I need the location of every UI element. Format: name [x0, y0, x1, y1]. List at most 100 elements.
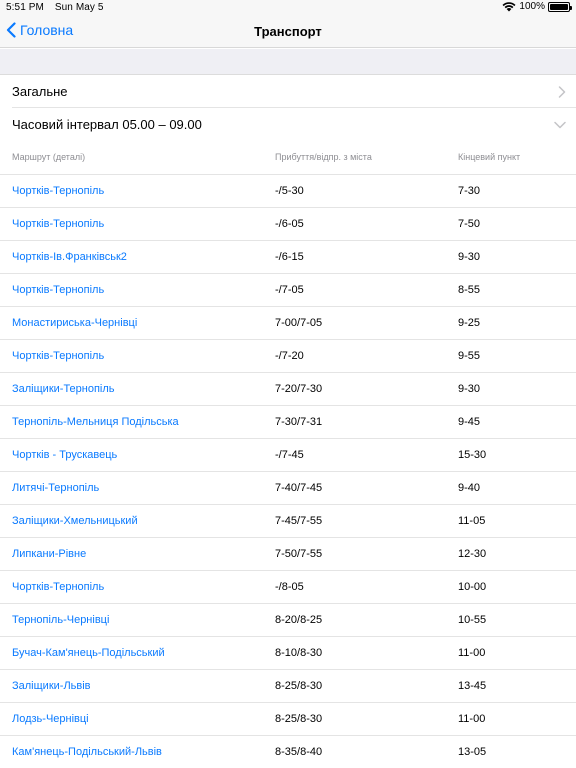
general-cell[interactable]: Загальне — [0, 75, 576, 108]
row-divider — [0, 438, 576, 439]
departure-time: 7-50/7-55 — [275, 548, 323, 560]
row-divider — [0, 273, 576, 274]
column-header-destination: Кінцевий пункт — [458, 152, 521, 162]
departure-time: -/7-20 — [275, 350, 304, 362]
route-link[interactable]: Заліщики-Хмельницький — [12, 515, 138, 527]
destination-time: 12-30 — [458, 548, 487, 560]
route-link[interactable]: Чортків-Тернопіль — [12, 581, 104, 593]
table-row[interactable]: Бучач-Кам'янець-Подільський 8-10/8-30 11-0… — [0, 636, 576, 669]
departure-time: 7-30/7-31 — [275, 416, 323, 428]
destination-time: 9-30 — [458, 251, 481, 263]
destination-time: 7-50 — [458, 218, 481, 230]
table-row[interactable]: Чортків - Трускавець -/7-45 15-30 — [0, 438, 576, 471]
departure-time: 8-10/8-30 — [275, 647, 323, 659]
route-link[interactable]: Чортків-Тернопіль — [12, 284, 104, 296]
departure-time: -/5-30 — [275, 185, 304, 197]
column-header-departure: Прибуття/відпр. з міста — [275, 152, 372, 162]
chevron-down-icon — [554, 121, 566, 129]
row-divider — [0, 174, 576, 175]
battery-icon — [548, 1, 572, 12]
table-row[interactable]: Тернопіль-Мельниця Подільська 7-30/7-31 9-… — [0, 405, 576, 438]
status-left: 5:51 PM Sun May 5 — [6, 2, 112, 13]
route-link[interactable]: Монастириська-Чернівці — [12, 317, 137, 329]
destination-time: 7-30 — [458, 185, 481, 197]
destination-time: 9-25 — [458, 317, 481, 329]
destination-time: 13-05 — [458, 746, 487, 758]
destination-time: 8-55 — [458, 284, 481, 296]
row-divider — [0, 702, 576, 703]
route-link[interactable]: Кам'янець-Подільський-Львів — [12, 746, 162, 758]
destination-time: 9-40 — [458, 482, 481, 494]
general-cell-label: Загальне — [12, 84, 68, 99]
row-divider — [0, 636, 576, 637]
destination-time: 9-55 — [458, 350, 481, 362]
schedule-table: Маршрут (деталі) Прибуття/відпр. з міста… — [0, 141, 576, 768]
departure-time: -/7-05 — [275, 284, 304, 296]
table-body: Чортків-Тернопіль -/5-30 7-30 Чортків-Терно… — [0, 174, 576, 768]
row-divider — [0, 339, 576, 340]
row-divider — [0, 504, 576, 505]
battery-percent: 100% — [519, 1, 545, 12]
chevron-right-icon — [558, 86, 566, 98]
row-divider — [0, 405, 576, 406]
table-row[interactable]: Литячі-Тернопіль 7-40/7-45 9-40 — [0, 471, 576, 504]
navigation-bar: Головна Транспорт — [0, 16, 576, 48]
table-row[interactable]: Липкани-Рівне 7-50/7-55 12-30 — [0, 537, 576, 570]
destination-time: 11-00 — [458, 713, 486, 725]
status-date: Sun May 5 — [54, 2, 104, 13]
departure-time: 8-25/8-30 — [275, 680, 323, 692]
row-divider — [0, 669, 576, 670]
table-row[interactable]: Монастириська-Чернівці 7-00/7-05 9-25 — [0, 306, 576, 339]
departure-time: 8-35/8-40 — [275, 746, 323, 758]
route-link[interactable]: Чортків-Тернопіль — [12, 218, 104, 230]
time-interval-cell[interactable]: Часовий інтервал 05.00 – 09.00 — [0, 108, 576, 141]
table-row[interactable]: Заліщики-Хмельницький 7-45/7-55 11-05 — [0, 504, 576, 537]
table-header: Маршрут (деталі) Прибуття/відпр. з міста… — [0, 141, 576, 174]
row-divider — [0, 570, 576, 571]
row-divider — [0, 603, 576, 604]
table-row[interactable]: Чортків-Тернопіль -/5-30 7-30 — [0, 174, 576, 207]
departure-time: -/7-45 — [275, 449, 304, 461]
table-row[interactable]: Заліщики-Тернопіль 7-20/7-30 9-30 — [0, 372, 576, 405]
route-link[interactable]: Литячі-Тернопіль — [12, 482, 99, 494]
page-title: Транспорт — [254, 24, 322, 39]
row-divider — [0, 471, 576, 472]
route-link[interactable]: Липкани-Рівне — [12, 548, 86, 560]
route-link[interactable]: Заліщики-Тернопіль — [12, 383, 115, 395]
table-row[interactable]: Чортків-Тернопіль -/8-05 10-00 — [0, 570, 576, 603]
row-divider — [0, 207, 576, 208]
departure-time: 7-40/7-45 — [275, 482, 323, 494]
departure-time: -/6-15 — [275, 251, 304, 263]
route-link[interactable]: Тернопіль-Мельниця Подільська — [12, 416, 179, 428]
route-link[interactable]: Чортків - Трускавець — [12, 449, 117, 461]
table-row[interactable]: Чортків-Ів.Франківськ2 -/6-15 9-30 — [0, 240, 576, 273]
route-link[interactable]: Чортків-Ів.Франківськ2 — [12, 251, 127, 263]
table-row[interactable]: Лодзь-Чернівці 8-25/8-30 11-00 — [0, 702, 576, 735]
status-bar: 5:51 PM Sun May 5 100% — [0, 0, 576, 16]
row-divider — [0, 537, 576, 538]
row-divider — [0, 306, 576, 307]
row-divider — [0, 372, 576, 373]
status-time: 5:51 PM — [6, 2, 44, 13]
departure-time: 7-00/7-05 — [275, 317, 323, 329]
table-row[interactable]: Чортків-Тернопіль -/7-20 9-55 — [0, 339, 576, 372]
table-row[interactable]: Чортків-Тернопіль -/7-05 8-55 — [0, 273, 576, 306]
route-link[interactable]: Бучач-Кам'янець-Подільський — [12, 647, 165, 659]
column-header-route: Маршрут (деталі) — [12, 152, 86, 162]
table-row[interactable]: Чортків-Тернопіль -/6-05 7-50 — [0, 207, 576, 240]
destination-time: 11-05 — [458, 515, 486, 527]
route-link[interactable]: Чортків-Тернопіль — [12, 350, 104, 362]
status-right: 100% — [502, 1, 572, 12]
destination-time: 15-30 — [458, 449, 487, 461]
destination-time: 10-55 — [458, 614, 487, 626]
table-row[interactable]: Тернопіль-Чернівці 8-20/8-25 10-55 — [0, 603, 576, 636]
route-link[interactable]: Тернопіль-Чернівці — [12, 614, 109, 626]
table-row[interactable]: Кам'янець-Подільський-Львів 8-35/8-40 13-0… — [0, 735, 576, 768]
route-link[interactable]: Заліщики-Львів — [12, 680, 91, 692]
table-row[interactable]: Заліщики-Львів 8-25/8-30 13-45 — [0, 669, 576, 702]
route-link[interactable]: Лодзь-Чернівці — [12, 713, 89, 725]
destination-time: 9-45 — [458, 416, 481, 428]
route-link[interactable]: Чортків-Тернопіль — [12, 185, 104, 197]
row-divider — [0, 240, 576, 241]
departure-time: -/6-05 — [275, 218, 304, 230]
